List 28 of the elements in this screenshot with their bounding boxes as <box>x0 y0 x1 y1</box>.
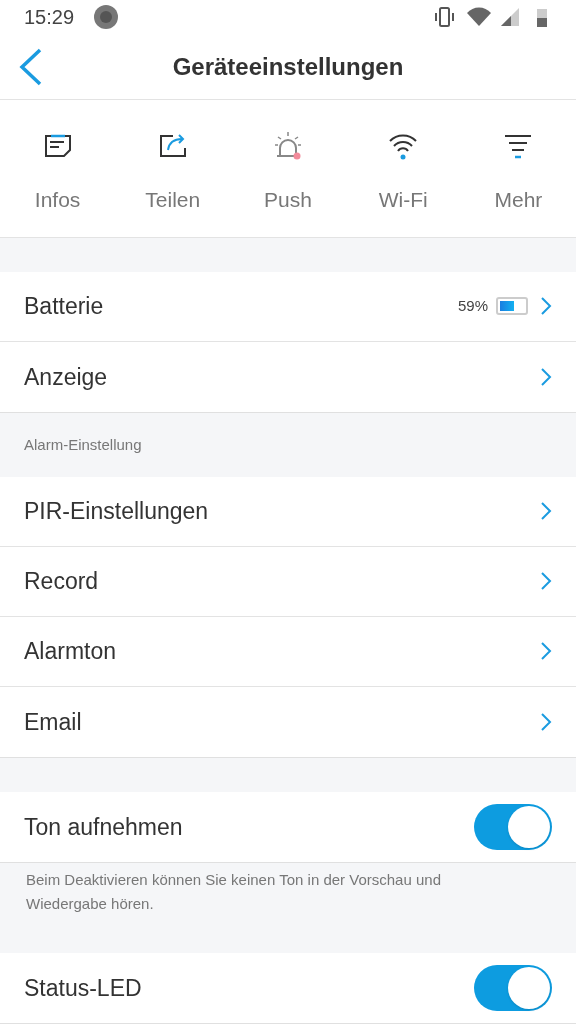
setting-label: Email <box>24 707 83 737</box>
notification-icon <box>94 4 119 29</box>
quick-action-button[interactable]: Infos <box>0 100 116 237</box>
section-header: Alarm-Einstellung <box>24 434 142 455</box>
status-time: 15:29 <box>24 4 75 30</box>
setting-label: Ton aufnehmen <box>24 812 184 842</box>
setting-label: Record <box>24 567 100 597</box>
setting-label: PIR-Einstellungen <box>24 497 210 527</box>
quick-action-button[interactable]: Wi-Fi <box>345 100 461 237</box>
setting-label: Anzeige <box>24 362 109 392</box>
quick-action-button[interactable]: Mehr <box>460 100 576 237</box>
chevron-right-icon <box>540 571 552 592</box>
chevron-right-icon <box>540 712 552 732</box>
hint-text: Beim Deaktivieren können Sie keinen Ton in der Vorschau und Wiedergabe hören. <box>26 871 441 912</box>
battery-icon <box>496 297 528 316</box>
toggle-switch[interactable] <box>474 804 552 850</box>
toggle-switch[interactable] <box>474 965 552 1011</box>
page-title: Geräteeinstellungen <box>172 51 404 82</box>
chevron-right-icon <box>540 296 552 317</box>
chevron-right-icon <box>540 641 552 662</box>
chevron-right-icon <box>540 367 552 387</box>
quick-action-button[interactable]: Teilen <box>115 100 231 237</box>
chevron-right-icon <box>540 501 552 522</box>
battery-percent: 59% <box>457 296 488 317</box>
setting-label: Alarmton <box>24 637 118 667</box>
quick-action-button[interactable]: Push <box>230 100 346 237</box>
setting-label: Status-LED <box>24 973 143 1003</box>
setting-label: Batterie <box>24 292 105 322</box>
